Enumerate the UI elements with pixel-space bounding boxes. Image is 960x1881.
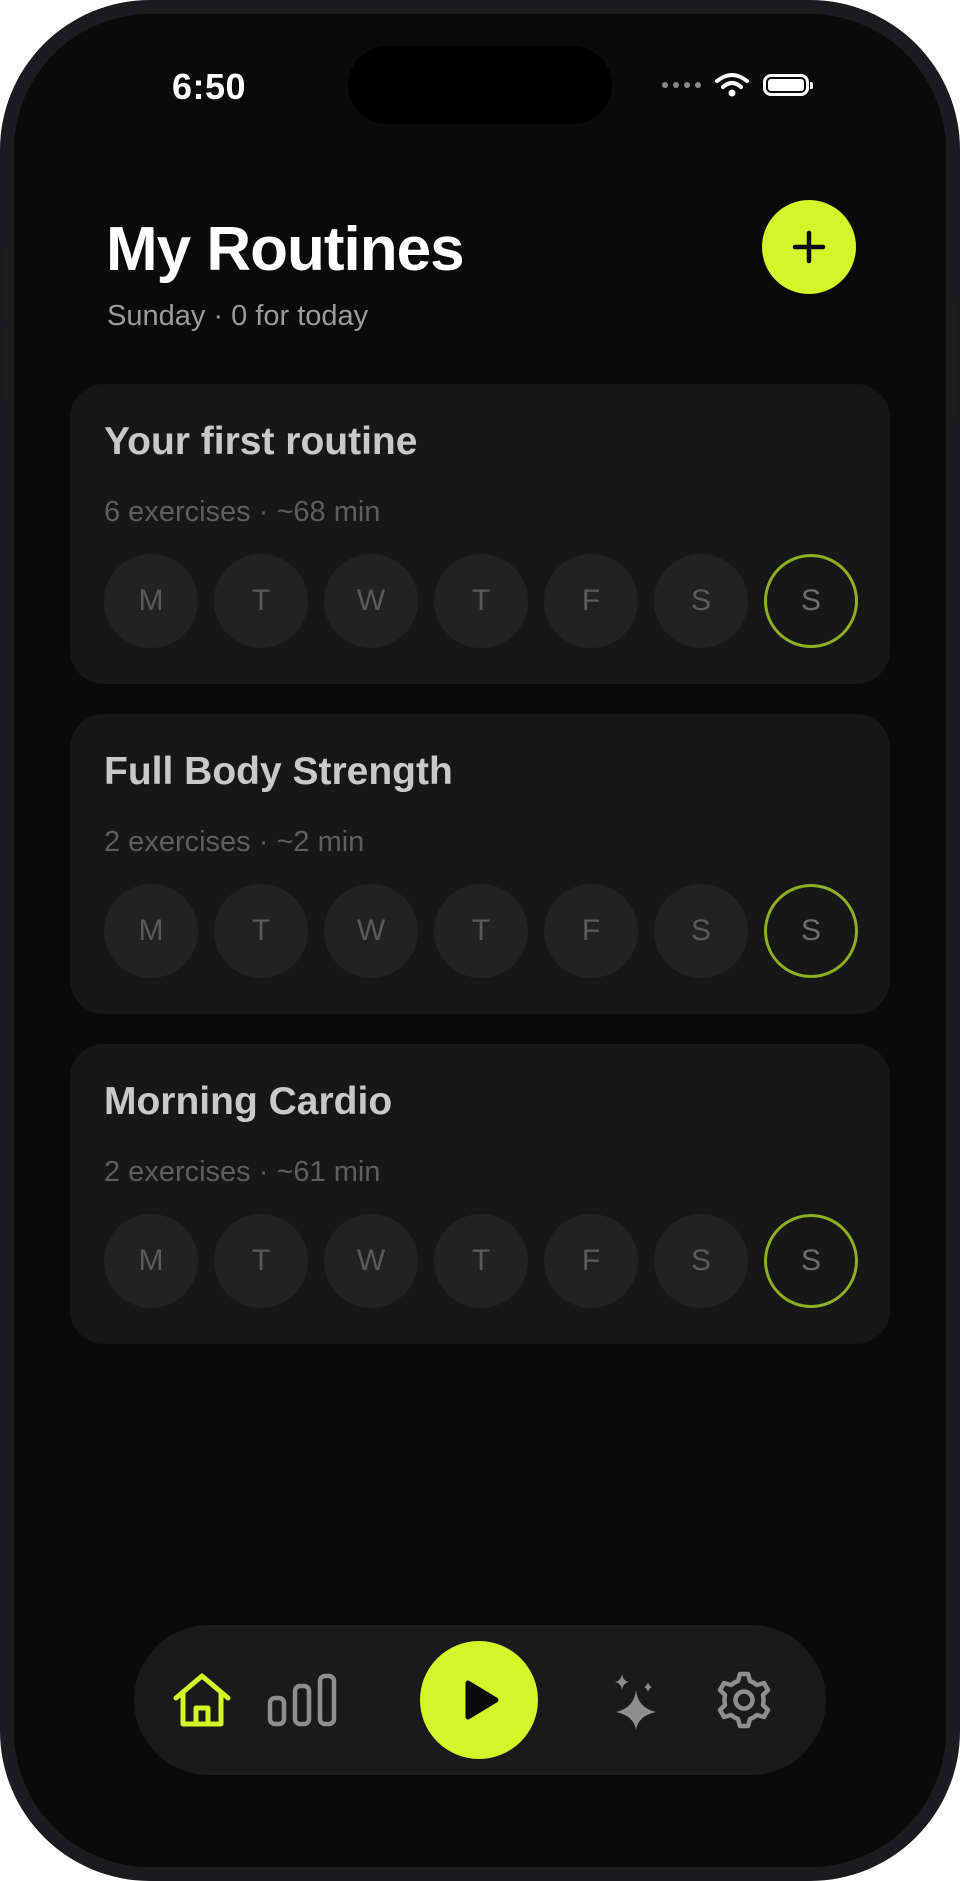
- routine-card[interactable]: Morning Cardio 2 exercises · ~61 min M T W T F…: [70, 1044, 890, 1344]
- day-chip[interactable]: T: [434, 1214, 528, 1308]
- signal-icon: [662, 82, 701, 88]
- day-chip[interactable]: S: [764, 884, 858, 978]
- phone-frame: 6:50 My Routines Sunday · 0 for today Yo…: [0, 0, 960, 1881]
- routine-card[interactable]: Full Body Strength 2 exercises · ~2 min M T…: [70, 714, 890, 1014]
- routine-card[interactable]: Your first routine 6 exercises · ~68 min M…: [70, 384, 890, 684]
- routine-meta: 2 exercises · ~61 min: [104, 1156, 381, 1188]
- tab-ai[interactable]: [594, 1658, 678, 1742]
- day-chip[interactable]: M: [104, 554, 198, 648]
- day-selector: MTWTFSS: [104, 1214, 858, 1308]
- home-icon: [173, 1673, 231, 1727]
- day-chip[interactable]: W: [324, 884, 418, 978]
- day-selector: MTWTFSS: [104, 554, 858, 648]
- status-time: 6:50: [172, 66, 247, 107]
- day-chip[interactable]: T: [214, 554, 308, 648]
- tab-settings[interactable]: [702, 1658, 786, 1742]
- action-button: [0, 250, 4, 320]
- day-chip[interactable]: T: [434, 884, 528, 978]
- day-chip[interactable]: M: [104, 884, 198, 978]
- plus-icon: [792, 230, 826, 264]
- routine-meta: 6 exercises · ~68 min: [104, 496, 381, 528]
- day-chip[interactable]: T: [214, 884, 308, 978]
- day-chip[interactable]: S: [764, 1214, 858, 1308]
- add-routine-button[interactable]: [762, 200, 856, 294]
- day-chip[interactable]: F: [544, 884, 638, 978]
- day-chip[interactable]: S: [764, 554, 858, 648]
- routine-name: Your first routine: [104, 420, 418, 463]
- day-chip[interactable]: F: [544, 554, 638, 648]
- tab-bar: [134, 1625, 826, 1775]
- tab-home[interactable]: [160, 1658, 244, 1742]
- day-chip[interactable]: M: [104, 1214, 198, 1308]
- day-chip[interactable]: T: [214, 1214, 308, 1308]
- wifi-icon: [715, 73, 749, 97]
- routine-meta: 2 exercises · ~2 min: [104, 826, 365, 858]
- day-chip[interactable]: S: [654, 554, 748, 648]
- gear-icon: [717, 1671, 771, 1729]
- sparkle-icon: [615, 1674, 656, 1730]
- day-chip[interactable]: S: [654, 884, 748, 978]
- play-icon: [465, 1680, 499, 1720]
- day-chip[interactable]: W: [324, 554, 418, 648]
- power-button: [956, 300, 960, 420]
- day-chip[interactable]: W: [324, 1214, 418, 1308]
- day-chip[interactable]: T: [434, 554, 528, 648]
- status-icons: [662, 72, 813, 98]
- day-selector: MTWTFSS: [104, 884, 858, 978]
- routine-name: Morning Cardio: [104, 1080, 393, 1123]
- dynamic-island: [348, 46, 612, 124]
- page-subtitle: Sunday · 0 for today: [107, 300, 369, 332]
- day-chip[interactable]: F: [544, 1214, 638, 1308]
- play-button[interactable]: [420, 1641, 538, 1759]
- tab-stats[interactable]: [260, 1658, 344, 1742]
- battery-icon: [763, 74, 813, 96]
- page-title: My Routines: [106, 215, 465, 284]
- routine-name: Full Body Strength: [104, 750, 453, 793]
- volume-button: [0, 330, 4, 400]
- stats-icon: [267, 1673, 337, 1727]
- day-chip[interactable]: S: [654, 1214, 748, 1308]
- screen: 6:50 My Routines Sunday · 0 for today Yo…: [14, 14, 946, 1867]
